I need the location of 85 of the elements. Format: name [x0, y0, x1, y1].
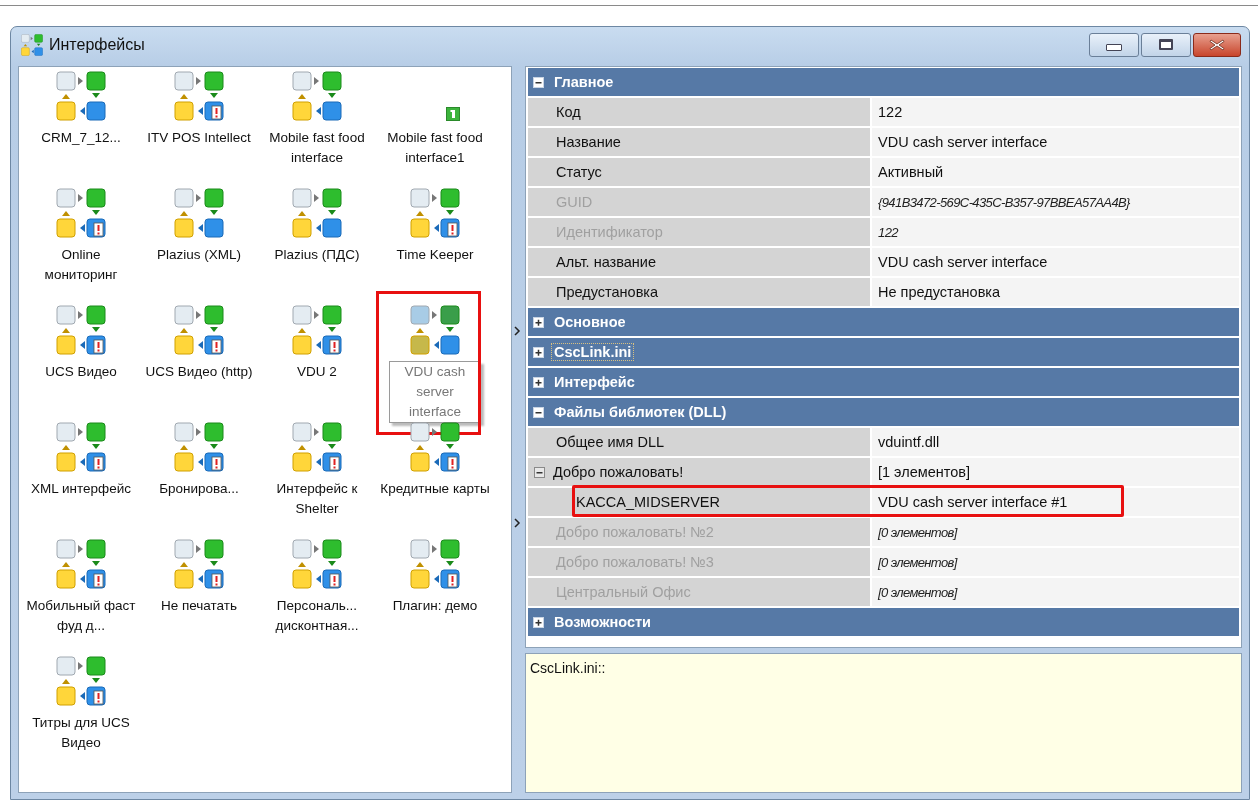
flow-diagram-icon — [292, 539, 342, 589]
section-header[interactable]: Главное — [528, 68, 1239, 96]
flow-diagram-icon — [56, 71, 106, 121]
interface-item[interactable]: Mobile fast food interface1 — [377, 70, 493, 168]
interface-item[interactable]: Кредитные карты — [377, 421, 493, 499]
property-value: Активный — [872, 158, 1239, 186]
flow-diagram-icon — [56, 539, 106, 589]
property-name: Статус — [556, 164, 602, 180]
flow-diagram-icon — [292, 422, 342, 472]
flow-diagram-icon — [174, 188, 224, 238]
flow-diagram-icon — [56, 422, 106, 472]
flow-diagram-icon — [56, 656, 106, 706]
property-value: vduintf.dll — [872, 428, 1239, 456]
property-name: Альт. название — [556, 254, 656, 270]
expand-icon[interactable] — [533, 346, 544, 358]
property-name: Код — [556, 104, 581, 120]
flow-diagram-icon — [410, 422, 460, 472]
chevron-icon[interactable] — [513, 326, 521, 336]
flow-diagram-icon — [292, 188, 342, 238]
close-button[interactable] — [1193, 32, 1241, 57]
interface-item[interactable]: Бронирова... — [141, 421, 257, 499]
property-value: [0 элементов] — [872, 518, 1239, 546]
flow-diagram-icon — [292, 305, 342, 355]
minimize-button[interactable] — [1089, 32, 1139, 57]
interface-item[interactable]: CRM_7_12... — [23, 70, 139, 148]
flow-diagram-icon — [410, 305, 460, 355]
property-value: VDU cash server interface — [872, 128, 1239, 156]
flow-diagram-icon — [174, 305, 224, 355]
interface-item[interactable]: VDU cash server interface — [377, 304, 493, 423]
interface-item[interactable]: ITV POS Intellect — [141, 70, 257, 148]
property-name: KACCA_MIDSERVER — [576, 494, 720, 510]
maximize-icon — [1159, 39, 1173, 50]
maximize-button[interactable] — [1141, 32, 1191, 57]
interface-item[interactable]: Online мониторинг — [23, 187, 139, 285]
expand-icon[interactable] — [533, 616, 544, 628]
property-name: Название — [556, 134, 621, 150]
flow-diagram-icon — [292, 71, 342, 121]
section-header[interactable]: Интерфейс — [528, 368, 1239, 396]
property-name: Общее имя DLL — [556, 434, 665, 450]
section-header[interactable]: Файлы библиотек (DLL) — [528, 398, 1239, 426]
interface-item[interactable]: Не печатать — [141, 538, 257, 616]
interface-item[interactable]: Интерфейс к Shelter — [259, 421, 375, 519]
property-value: {941B3472-569C-435C-B357-97BBEA57AA4B} — [872, 188, 1239, 216]
property-value: 122 — [872, 98, 1239, 126]
flow-diagram-icon — [410, 188, 460, 238]
interface-item[interactable]: UCS Видео — [23, 304, 139, 382]
interface-item[interactable]: Плагин: демо — [377, 538, 493, 616]
flow-diagram-icon — [174, 71, 224, 121]
flow-diagram-icon — [56, 188, 106, 238]
property-value: Не предустановка — [872, 278, 1239, 306]
collapse-icon[interactable] — [534, 466, 545, 478]
property-value: VDU cash server interface — [872, 248, 1239, 276]
interface-item[interactable]: Time Keeper — [377, 187, 493, 265]
section-header[interactable]: Возможности — [528, 608, 1239, 636]
close-icon — [1209, 38, 1225, 51]
interface-item[interactable]: UCS Видео (http) — [141, 304, 257, 382]
interface-item[interactable]: VDU 2 — [259, 304, 375, 382]
expand-icon[interactable] — [533, 376, 544, 388]
interface-item[interactable]: Персональ... дисконтная... — [259, 538, 375, 636]
app-icon — [21, 33, 43, 56]
interface-item[interactable]: XML интерфейс — [23, 421, 139, 499]
flow-diagram-icon — [56, 305, 106, 355]
property-value: [0 элементов] — [872, 548, 1239, 576]
section-header[interactable]: CscLink.ini — [528, 338, 1239, 366]
property-value: VDU cash server interface #1 — [872, 488, 1239, 516]
section-header[interactable]: Основное — [528, 308, 1239, 336]
interface-item[interactable]: Титры для UCS Видео — [23, 655, 139, 753]
expand-icon[interactable] — [533, 316, 544, 328]
property-name: Добро пожаловать! — [553, 464, 684, 480]
flow-diagram-icon — [174, 539, 224, 589]
property-value: [0 элементов] — [872, 578, 1239, 606]
property-value: [1 элементов] — [872, 458, 1239, 486]
property-value: 122 — [872, 218, 1239, 246]
interface-item[interactable]: Мобильный фаст фуд д... — [23, 538, 139, 636]
window-title: Интерфейсы — [49, 35, 145, 54]
flow-diagram-icon — [174, 422, 224, 472]
number-badge-icon — [446, 107, 460, 121]
chevron-icon[interactable] — [513, 518, 521, 528]
interface-item[interactable]: Mobile fast food interface — [259, 70, 375, 168]
minimize-icon — [1106, 44, 1122, 51]
description-text: CscLink.ini:: — [530, 660, 606, 676]
flow-diagram-icon — [410, 539, 460, 589]
interface-item[interactable]: Plazius (XML) — [141, 187, 257, 265]
property-name: Предустановка — [556, 284, 659, 300]
interface-item[interactable]: Plazius (ПДС) — [259, 187, 375, 265]
